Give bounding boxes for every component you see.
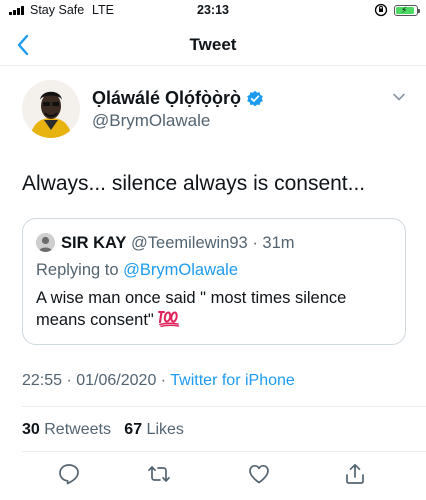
retweet-count: 30 xyxy=(22,421,40,438)
replying-to-handle[interactable]: @BrymOlawale xyxy=(123,261,238,279)
tweet-source-link[interactable]: Twitter for iPhone xyxy=(170,372,295,389)
quote-author-handle: @Teemilewin93 xyxy=(131,234,248,252)
like-count: 67 xyxy=(124,421,143,438)
quote-time: 31m xyxy=(262,234,295,252)
quote-body: A wise man once said " most times silenc… xyxy=(36,289,347,329)
author-name[interactable]: Ọláwálé Ọlọ́fọ̀ọ̀rọ̀ xyxy=(92,88,264,109)
author-display-name[interactable]: Ọláwálé Ọlọ́fọ̀ọ̀rọ̀ xyxy=(92,88,241,109)
status-time: 23:13 xyxy=(197,3,229,17)
battery-icon: ⚡ xyxy=(394,4,420,16)
likes-stat[interactable]: 67 Likes xyxy=(124,421,184,438)
quote-separator: · xyxy=(247,234,263,252)
avatar-image xyxy=(22,80,80,138)
page-title: Tweet xyxy=(189,35,237,54)
engagement-stats: 30 Retweets 67 Likes xyxy=(22,421,184,439)
retweet-label: Retweets xyxy=(44,421,111,438)
quote-author-avatar xyxy=(36,233,55,252)
author-handle[interactable]: @BrymOlawale xyxy=(92,111,210,131)
quote-text: A wise man once said " most times silenc… xyxy=(36,287,396,331)
divider xyxy=(22,451,426,452)
meta-separator: · xyxy=(160,372,167,389)
tweet-timestamp-line: 22:55 · 01/06/2020 · Twitter for iPhone xyxy=(22,372,295,390)
quote-replying-to: Replying to @BrymOlawale xyxy=(36,261,238,280)
quote-avatar-image xyxy=(36,233,55,252)
verified-badge-icon xyxy=(247,90,263,106)
orientation-lock-icon xyxy=(374,3,388,17)
quoted-tweet[interactable]: SIR KAY @Teemilewin93 · 31m Replying to … xyxy=(22,218,406,345)
retweets-stat[interactable]: 30 Retweets xyxy=(22,421,111,438)
reply-icon[interactable] xyxy=(57,462,81,486)
100-emoji-icon xyxy=(158,310,180,327)
replying-prefix: Replying to xyxy=(36,261,119,279)
navigation-header: Tweet xyxy=(0,24,426,66)
quote-header: SIR KAY @Teemilewin93 · 31m xyxy=(61,234,295,253)
like-label: Likes xyxy=(146,421,184,438)
like-icon[interactable] xyxy=(247,462,271,486)
tweet-text: Always... silence always is consent... xyxy=(22,172,366,195)
status-bar: Stay Safe LTE 23:13 ⚡ xyxy=(0,0,426,22)
share-icon[interactable] xyxy=(343,462,367,486)
retweet-icon[interactable] xyxy=(147,462,171,486)
tweet-timestamp: 22:55 · 01/06/2020 xyxy=(22,372,157,389)
chevron-down-icon[interactable] xyxy=(392,92,406,102)
divider xyxy=(22,406,426,407)
quote-author-name: SIR KAY xyxy=(61,234,127,252)
author-avatar[interactable] xyxy=(22,80,80,138)
